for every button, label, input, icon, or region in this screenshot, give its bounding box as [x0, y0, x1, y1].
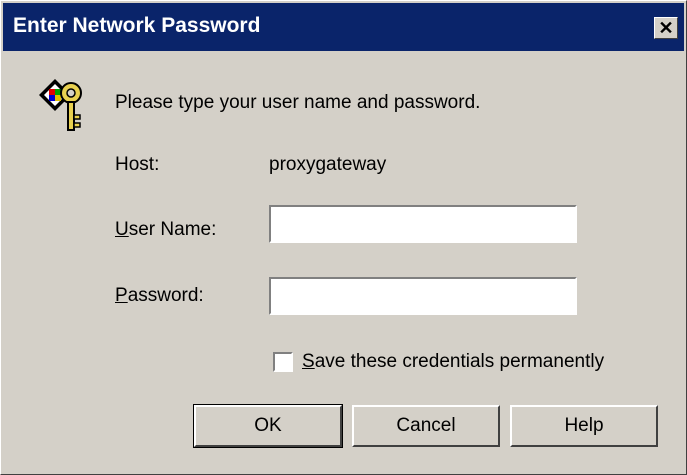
keys-icon	[39, 79, 82, 131]
password-label: Password:	[115, 285, 204, 307]
username-label: User Name:	[115, 219, 216, 241]
password-access-key: P	[115, 285, 128, 306]
username-label-text: ser Name:	[128, 219, 217, 240]
password-label-text: assword:	[127, 285, 204, 306]
save-credentials-checkbox[interactable]	[273, 352, 293, 372]
title-bar[interactable]: Enter Network Password ✕	[3, 3, 684, 51]
host-label: Host:	[115, 154, 160, 175]
host-value: proxygateway	[269, 154, 387, 175]
close-icon: ✕	[658, 17, 674, 38]
enter-network-password-dialog: Enter Network Password ✕ Please type you…	[0, 0, 687, 475]
help-button[interactable]: Help	[510, 405, 658, 447]
password-input[interactable]	[269, 277, 577, 315]
ok-button[interactable]: OK	[193, 404, 343, 448]
save-access-key: S	[302, 351, 315, 372]
save-label-text: ave these credentials permanently	[314, 351, 605, 372]
cancel-button[interactable]: Cancel	[352, 405, 500, 447]
save-credentials-label[interactable]: Save these credentials permanently	[302, 351, 604, 373]
username-access-key: U	[115, 219, 129, 240]
prompt-text: Please type your user name and password.	[115, 92, 481, 113]
dialog-title: Enter Network Password	[13, 14, 261, 37]
close-button[interactable]: ✕	[654, 17, 678, 39]
username-input[interactable]	[269, 205, 577, 243]
